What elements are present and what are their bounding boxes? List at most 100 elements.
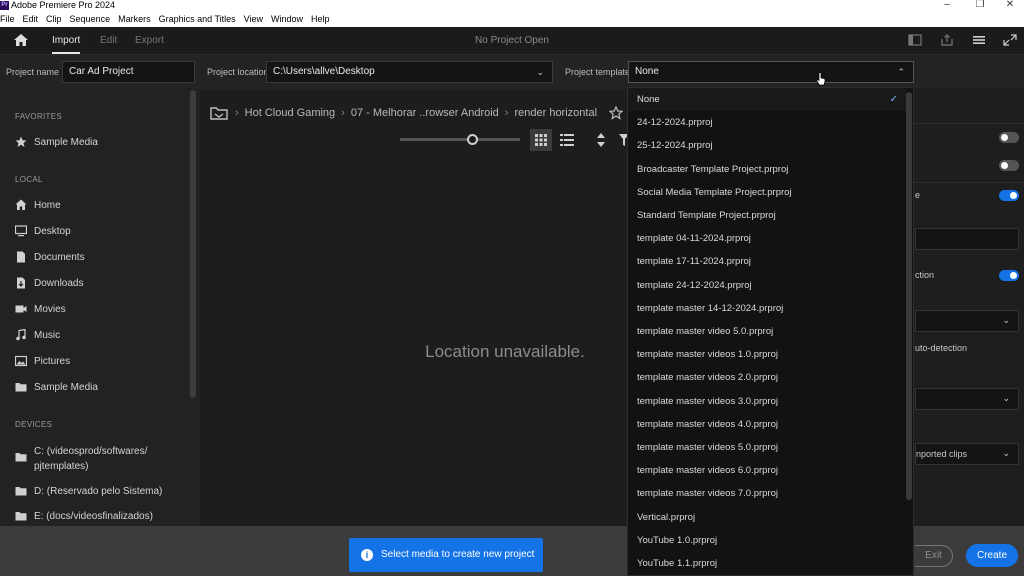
dropdown-scrollbar[interactable] bbox=[906, 92, 912, 500]
template-option[interactable]: Standard Template Project.prproj bbox=[628, 204, 906, 227]
fullscreen-icon[interactable] bbox=[1003, 34, 1017, 46]
chevron-down-icon: ⌄ bbox=[536, 67, 544, 77]
toggle-knob bbox=[1010, 192, 1017, 199]
template-option[interactable]: template master 14-12-2024.prproj bbox=[628, 297, 906, 320]
sidebar-item-drive-d[interactable]: D: (Reservado pelo Sistema) bbox=[15, 485, 162, 497]
image-icon bbox=[15, 355, 27, 367]
project-location-select[interactable]: C:\Users\allve\Desktop ⌄ bbox=[266, 61, 553, 83]
sidebar-item-drive-e[interactable]: E: (docs/videosfinalizados) bbox=[15, 510, 153, 522]
panel-divider bbox=[910, 182, 1024, 183]
sidebar-item-downloads[interactable]: Downloads bbox=[15, 277, 83, 289]
exit-button[interactable]: Exit bbox=[915, 545, 953, 567]
option-select[interactable]: nported clips ⌄ bbox=[915, 443, 1019, 465]
template-option[interactable]: template master videos 2.0.prproj bbox=[628, 366, 906, 389]
template-option[interactable]: YouTube 1.0.prproj bbox=[628, 529, 906, 552]
devices-header: DEVICES bbox=[15, 420, 53, 429]
sidebar-item-label: Home bbox=[34, 199, 61, 211]
sidebar-item-pictures[interactable]: Pictures bbox=[15, 355, 70, 367]
sidebar-scrollbar[interactable] bbox=[190, 90, 196, 398]
template-option[interactable]: 24-12-2024.prproj bbox=[628, 111, 906, 134]
breadcrumb-item[interactable]: render horizontal bbox=[514, 107, 597, 119]
template-option[interactable]: 25-12-2024.prproj bbox=[628, 134, 906, 157]
toggle-switch[interactable] bbox=[999, 270, 1019, 281]
menu-view[interactable]: View bbox=[240, 12, 267, 27]
restore-icon[interactable]: ❐ bbox=[970, 0, 990, 12]
sidebar-item-desktop[interactable]: Desktop bbox=[15, 225, 71, 237]
folder-icon bbox=[15, 512, 27, 521]
template-option[interactable]: template 24-12-2024.prproj bbox=[628, 274, 906, 297]
template-option[interactable]: template master videos 1.0.prproj bbox=[628, 343, 906, 366]
menu-sequence[interactable]: Sequence bbox=[66, 12, 115, 27]
breadcrumb-item[interactable]: Hot Cloud Gaming bbox=[245, 107, 336, 119]
info-icon: i bbox=[361, 549, 373, 561]
sidebar-item-drive-c[interactable]: C: (videosprod/softwares/ pjtemplates) bbox=[15, 444, 147, 474]
menu-clip[interactable]: Clip bbox=[42, 12, 66, 27]
star-outline-icon[interactable] bbox=[609, 106, 624, 120]
breadcrumb-item[interactable]: 07 - Melhorar ..rowser Android bbox=[351, 107, 499, 119]
template-option[interactable]: template master videos 3.0.prproj bbox=[628, 390, 906, 413]
menu-edit[interactable]: Edit bbox=[19, 12, 43, 27]
menu-icon[interactable] bbox=[972, 34, 986, 46]
option-input[interactable] bbox=[915, 228, 1019, 250]
option-select[interactable]: ⌄ bbox=[915, 388, 1019, 410]
zoom-slider-track[interactable] bbox=[400, 138, 520, 141]
sidebar-item-sample-media-favorite[interactable]: Sample Media bbox=[15, 136, 98, 148]
sidebar-item-music[interactable]: Music bbox=[15, 329, 60, 341]
tab-export[interactable]: Export bbox=[135, 27, 164, 54]
project-template-select[interactable]: None ⌃ bbox=[628, 61, 914, 83]
list-view-icon[interactable] bbox=[560, 133, 574, 147]
template-option[interactable]: Broadcaster Template Project.prproj bbox=[628, 158, 906, 181]
info-toast: i Select media to create new project bbox=[349, 538, 543, 572]
menu-file[interactable]: File bbox=[0, 12, 19, 27]
tab-import[interactable]: Import bbox=[52, 27, 81, 54]
chevron-down-icon: ⌄ bbox=[1002, 315, 1010, 325]
home-icon[interactable] bbox=[13, 33, 29, 47]
template-option[interactable]: template master videos 4.0.prproj bbox=[628, 413, 906, 436]
sidebar-item-documents[interactable]: Documents bbox=[15, 251, 85, 263]
toggle-switch[interactable] bbox=[999, 160, 1019, 171]
breadcrumb: › Hot Cloud Gaming › 07 - Melhorar ..row… bbox=[210, 106, 624, 120]
template-option[interactable]: template master videos 7.0.prproj bbox=[628, 482, 906, 505]
panel-layout-icon[interactable] bbox=[908, 34, 922, 46]
close-icon[interactable]: ✕ bbox=[1000, 0, 1020, 12]
template-option[interactable]: template 04-11-2024.prproj bbox=[628, 227, 906, 250]
toggle-switch[interactable] bbox=[999, 132, 1019, 143]
option-select[interactable]: ⌄ bbox=[915, 310, 1019, 332]
sidebar-item-sample-media[interactable]: Sample Media bbox=[15, 381, 98, 393]
minimize-icon[interactable]: – bbox=[937, 0, 957, 12]
menu-graphics-and-titles[interactable]: Graphics and Titles bbox=[155, 12, 240, 27]
grid-view-icon[interactable] bbox=[530, 129, 552, 151]
template-option[interactable]: YouTube 1.1.prproj bbox=[628, 552, 906, 575]
sidebar-item-label: Documents bbox=[34, 251, 85, 263]
menu-markers[interactable]: Markers bbox=[114, 12, 155, 27]
folder-icon bbox=[15, 487, 27, 496]
zoom-slider-knob[interactable] bbox=[467, 134, 478, 145]
project-name-input[interactable]: Car Ad Project bbox=[62, 61, 195, 83]
hand-cursor-icon bbox=[816, 72, 826, 86]
template-option[interactable]: Social Media Template Project.prproj bbox=[628, 181, 906, 204]
create-button[interactable]: Create bbox=[966, 544, 1018, 567]
sort-icon[interactable] bbox=[595, 132, 607, 148]
menu-window[interactable]: Window bbox=[267, 12, 307, 27]
sidebar-item-label: Music bbox=[34, 329, 61, 341]
template-option[interactable]: Vertical.prproj bbox=[628, 506, 906, 529]
template-option[interactable]: None ✓ bbox=[628, 88, 906, 111]
sidebar-item-home[interactable]: Home bbox=[15, 199, 61, 211]
panel-divider bbox=[910, 123, 1024, 124]
template-option[interactable]: template 17-11-2024.prproj bbox=[628, 250, 906, 273]
template-option[interactable]: template master videos 6.0.prproj bbox=[628, 459, 906, 482]
share-icon[interactable] bbox=[940, 34, 954, 46]
tab-edit[interactable]: Edit bbox=[100, 27, 117, 54]
local-header: LOCAL bbox=[15, 175, 43, 184]
sidebar-item-movies[interactable]: Movies bbox=[15, 303, 66, 315]
template-option-label: template master videos 2.0.prproj bbox=[637, 372, 778, 384]
toggle-switch[interactable] bbox=[999, 190, 1019, 201]
star-icon bbox=[15, 136, 27, 147]
top-navigation: Import Edit Export No Project Open bbox=[0, 27, 1024, 54]
folder-icon[interactable] bbox=[210, 106, 228, 120]
template-option-label: Standard Template Project.prproj bbox=[637, 210, 776, 221]
sidebar-item-label: C: (videosprod/softwares/ bbox=[34, 446, 148, 457]
template-option[interactable]: template master video 5.0.prproj bbox=[628, 320, 906, 343]
template-option[interactable]: template master videos 5.0.prproj bbox=[628, 436, 906, 459]
menu-help[interactable]: Help bbox=[307, 12, 334, 27]
